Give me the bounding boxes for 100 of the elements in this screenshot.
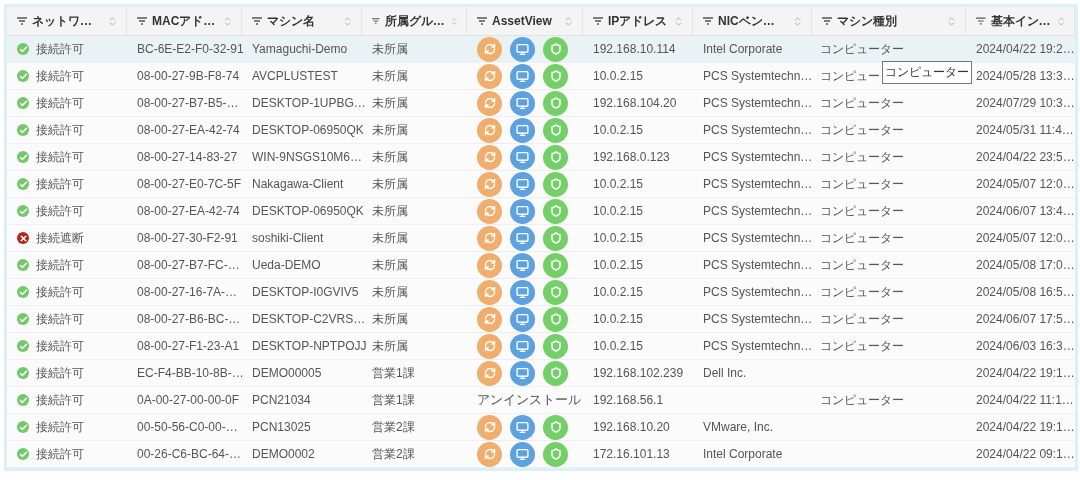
refresh-button[interactable] [477,144,502,170]
refresh-button[interactable] [477,414,502,440]
monitor-button[interactable] [510,441,535,467]
monitor-button[interactable] [510,414,535,440]
table-row[interactable]: 接続許可 08-00-27-E0-7C-5F Nakagawa-Client 未所属 10.0.2.15 PCS Systemtechn… コンピューター 2024/05/07 12:0… [7,171,1075,198]
column-header[interactable]: ネットワ… [32,12,102,30]
shield-button[interactable] [543,414,568,440]
filter-icon[interactable] [593,17,603,25]
table-row[interactable]: 接続許可 08-00-27-EA-42-74 DESKTOP-06950QK 未所属 10.0.2.15 PCS Systemtechn… コンピューター 2024/05/31 11:4… [7,117,1075,144]
sort-icon[interactable] [673,15,684,27]
sort-icon[interactable] [792,15,803,27]
table-cell: コンピューター [820,391,904,409]
filter-icon[interactable] [137,17,147,25]
monitor-button[interactable] [510,36,535,62]
filter-icon[interactable] [372,17,380,25]
filter-icon[interactable] [477,17,487,25]
monitor-button[interactable] [510,144,535,170]
sort-icon[interactable] [107,15,118,27]
monitor-button[interactable] [510,90,535,116]
filter-icon[interactable] [17,17,27,25]
monitor-button[interactable] [510,117,535,143]
table-row[interactable]: 接続許可 0A-00-27-00-00-0F PCN21034 営業1課 アンインストール 192.168.56.1 コンピューター 2024/04/22 11:1… [7,387,1075,414]
column-header[interactable]: 所属グル… [384,12,445,30]
shield-button[interactable] [543,333,568,359]
shield-button[interactable] [543,279,568,305]
shield-icon [549,151,562,163]
column-header[interactable]: マシン種別 [837,12,941,30]
refresh-button[interactable] [477,171,502,197]
sort-icon[interactable] [563,15,574,27]
refresh-button[interactable] [477,441,502,467]
monitor-button[interactable] [510,225,535,251]
shield-button[interactable] [543,306,568,332]
shield-button[interactable] [543,252,568,278]
table-cell: 08-00-27-9B-F8-74 [137,69,240,83]
table-cell: PCS Systemtechn… [703,150,813,164]
table-row[interactable]: 接続許可 08-00-27-9B-F8-74 AVCPLUSTEST 未所属 10.0.2.15 PCS Systemtechn… コンピュー コンピューター 2024/05/28 13:3… [7,63,1075,90]
filter-icon[interactable] [252,17,262,25]
table-cell: 未所属 [372,94,408,112]
refresh-button[interactable] [477,333,502,359]
monitor-button[interactable] [510,63,535,89]
sort-icon[interactable] [222,15,233,27]
monitor-button[interactable] [510,198,535,224]
table-row[interactable]: 接続許可 BC-6E-E2-F0-32-91 Yamaguchi-Demo 未所属 192.168.10.114 Intel Corporate コンピューター 2024/04/22 19:2… [7,36,1075,63]
table-row[interactable]: 接続許可 00-26-C6-BC-64-… DEMO0002 営業2課 172.16.101.13 Intel Corporate 2024/04/22 09:1… [7,441,1075,468]
shield-button[interactable] [543,36,568,62]
sort-icon[interactable] [946,15,957,27]
table-row[interactable]: 接続許可 08-00-27-B7-FC-… Ueda-DEMO 未所属 10.0.2.15 PCS Systemtechn… コンピューター 2024/05/08 17:0… [7,252,1075,279]
table-row[interactable]: 接続許可 EC-F4-BB-10-8B-… DEMO00005 営業1課 192.168.102.239 Dell Inc. 2024/04/22 19:1… [7,360,1075,387]
table-row[interactable]: 接続許可 08-00-27-F1-23-A1 DESKTOP-NPTPOJJ 未所属 10.0.2.15 PCS Systemtechn… コンピューター 2024/06/03 16:3… [7,333,1075,360]
sort-icon[interactable] [449,15,458,27]
filter-icon[interactable] [822,17,832,25]
refresh-icon [483,259,496,271]
table-row[interactable]: 接続許可 08-00-27-16-7A-… DESKTOP-I0GVIV5 未所属 10.0.2.15 PCS Systemtechn… コンピューター 2024/05/08 16:5… [7,279,1075,306]
monitor-button[interactable] [510,279,535,305]
monitor-button[interactable] [510,171,535,197]
column-header[interactable]: IPアドレス [608,12,668,30]
refresh-button[interactable] [477,198,502,224]
refresh-button[interactable] [477,279,502,305]
table-cell: 2024/05/08 16:5… [976,285,1075,299]
table-row[interactable]: 接続遮断 08-00-27-30-F2-91 soshiki-Client 未所属 10.0.2.15 PCS Systemtechn… コンピューター 2024/05/07 12:0… [7,225,1075,252]
shield-button[interactable] [543,144,568,170]
shield-button[interactable] [543,198,568,224]
table-cell: コンピューター [820,337,904,355]
table-cell: PCS Systemtechn… [703,258,813,272]
sort-icon[interactable] [342,15,353,27]
shield-icon [549,286,562,298]
refresh-button[interactable] [477,117,502,143]
table-cell: 未所属 [372,121,408,139]
shield-button[interactable] [543,90,568,116]
monitor-button[interactable] [510,252,535,278]
table-row[interactable]: 接続許可 08-00-27-14-83-27 WIN-9NSGS10M6… 未所属 192.168.0.123 PCS Systemtechn… コンピューター 2024/04/22 23:5… [7,144,1075,171]
refresh-button[interactable] [477,360,502,386]
refresh-button[interactable] [477,90,502,116]
column-header[interactable]: MACアド… [152,12,217,30]
column-header[interactable]: AssetView [492,14,558,28]
refresh-button[interactable] [477,63,502,89]
shield-button[interactable] [543,441,568,467]
table-row[interactable]: 接続許可 00-50-56-C0-00-… PCN13025 営業2課 192.168.10.20 VMware, Inc. 2024/04/22 19:1… [7,414,1075,441]
monitor-button[interactable] [510,333,535,359]
table-row[interactable]: 接続許可 08-00-27-B7-B5-… DESKTOP-1UPBG… 未所属 192.168.104.20 PCS Systemtechn… コンピューター 2024/07/29 10:3… [7,90,1075,117]
monitor-icon [516,420,529,434]
shield-button[interactable] [543,360,568,386]
shield-button[interactable] [543,171,568,197]
column-header[interactable]: NICベン… [718,12,787,30]
shield-button[interactable] [543,63,568,89]
table-row[interactable]: 接続許可 08-00-27-EA-42-74 DESKTOP-06950QK 未所属 10.0.2.15 PCS Systemtechn… コンピューター 2024/06/07 13:4… [7,198,1075,225]
table-cell: DESKTOP-C2VRS… [252,312,366,326]
column-header[interactable]: マシン名 [267,12,337,30]
monitor-button[interactable] [510,306,535,332]
filter-icon[interactable] [976,17,986,25]
filter-icon[interactable] [703,17,713,25]
shield-button[interactable] [543,225,568,251]
refresh-button[interactable] [477,252,502,278]
refresh-button[interactable] [477,306,502,332]
monitor-button[interactable] [510,360,535,386]
refresh-button[interactable] [477,225,502,251]
table-row[interactable]: 接続許可 08-00-27-B6-BC-… DESKTOP-C2VRS… 未所属 10.0.2.15 PCS Systemtechn… コンピューター 2024/06/07 17:5… [7,306,1075,333]
shield-button[interactable] [543,117,568,143]
refresh-button[interactable] [477,36,502,62]
column-header[interactable]: 基本イン… [990,12,1051,30]
